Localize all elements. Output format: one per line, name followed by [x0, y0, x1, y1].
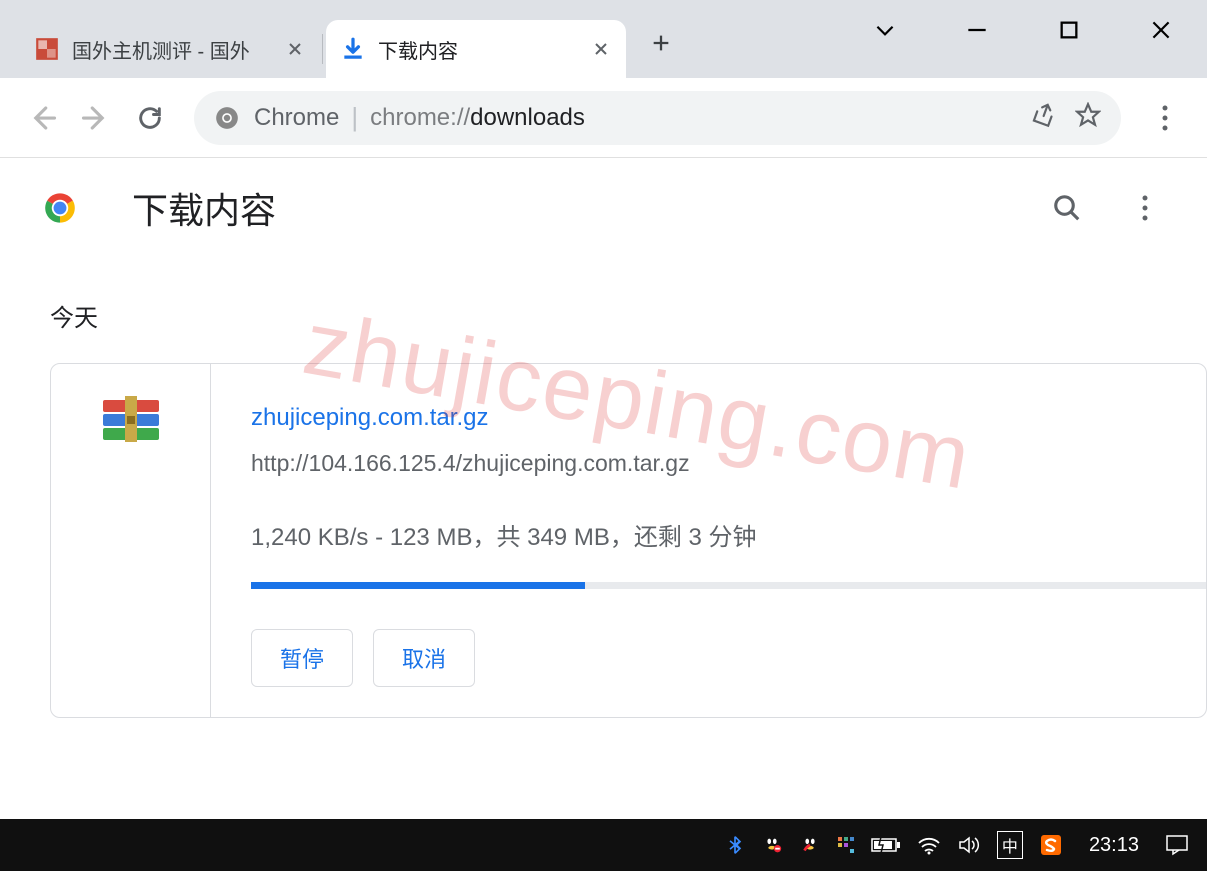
wifi-icon[interactable]	[917, 835, 941, 855]
tab-inactive[interactable]: 国外主机测评 - 国外	[20, 20, 320, 78]
page-title: 下载内容	[132, 182, 1013, 234]
page-menu-button[interactable]	[1121, 184, 1169, 232]
download-icon	[340, 36, 366, 62]
close-icon[interactable]	[590, 38, 612, 60]
bookmark-icon[interactable]	[1075, 102, 1101, 133]
qq-icon-2[interactable]	[799, 834, 821, 856]
share-icon[interactable]	[1031, 102, 1057, 133]
search-button[interactable]	[1043, 184, 1091, 232]
tab-favicon	[34, 36, 60, 62]
new-tab-button[interactable]	[638, 20, 684, 66]
reload-button[interactable]	[126, 94, 174, 142]
maximize-button[interactable]	[1023, 0, 1115, 60]
qq-icon[interactable]	[761, 834, 783, 856]
tab-strip: 国外主机测评 - 国外 下载内容	[0, 8, 684, 78]
tab-label: 下载内容	[378, 35, 580, 64]
window-titlebar: 国外主机测评 - 国外 下载内容	[0, 0, 1207, 78]
download-url: http://104.166.125.4/zhujiceping.com.tar…	[251, 450, 1166, 477]
address-bar[interactable]: Chrome | chrome://downloads	[194, 91, 1121, 145]
archive-icon	[99, 394, 163, 448]
close-button[interactable]	[1115, 0, 1207, 60]
section-today: 今天	[0, 258, 1207, 363]
bluetooth-icon[interactable]	[725, 834, 745, 856]
pause-button[interactable]: 暂停	[251, 629, 353, 687]
chrome-icon	[214, 105, 240, 131]
windows-taskbar: 中 23:13	[0, 819, 1207, 871]
download-card: zhujiceping.com.tar.gz http://104.166.12…	[50, 363, 1207, 718]
page-header: 下载内容	[0, 158, 1207, 258]
progress-fill	[251, 582, 585, 589]
minimize-button[interactable]	[931, 0, 1023, 60]
tab-label: 国外主机测评 - 国外	[72, 35, 274, 64]
taskbar-clock[interactable]: 23:13	[1089, 834, 1139, 857]
back-button[interactable]	[18, 94, 66, 142]
grid-icon[interactable]	[837, 836, 855, 854]
address-protocol: chrome://	[370, 104, 470, 132]
tab-active[interactable]: 下载内容	[326, 20, 626, 78]
close-icon[interactable]	[284, 38, 306, 60]
download-status: 1,240 KB/s - 123 MB，共 349 MB，还剩 3 分钟	[251, 517, 1166, 552]
forward-button[interactable]	[72, 94, 120, 142]
progress-bar	[251, 582, 1206, 589]
cancel-button[interactable]: 取消	[373, 629, 475, 687]
sogou-icon[interactable]	[1039, 833, 1063, 857]
battery-icon[interactable]	[871, 836, 901, 854]
ime-indicator[interactable]: 中	[997, 831, 1023, 859]
address-text: Chrome | chrome://downloads	[254, 102, 585, 133]
dropdown-button[interactable]	[839, 0, 931, 60]
browser-toolbar: Chrome | chrome://downloads	[0, 78, 1207, 158]
chrome-logo-icon	[38, 186, 82, 230]
download-filename[interactable]: zhujiceping.com.tar.gz	[251, 404, 1166, 432]
browser-menu-button[interactable]	[1141, 94, 1189, 142]
volume-icon[interactable]	[957, 835, 981, 855]
address-chip: Chrome	[254, 104, 339, 132]
window-controls	[839, 0, 1207, 60]
download-thumbnail	[51, 364, 211, 717]
notifications-icon[interactable]	[1165, 834, 1189, 856]
address-host: downloads	[470, 104, 585, 132]
